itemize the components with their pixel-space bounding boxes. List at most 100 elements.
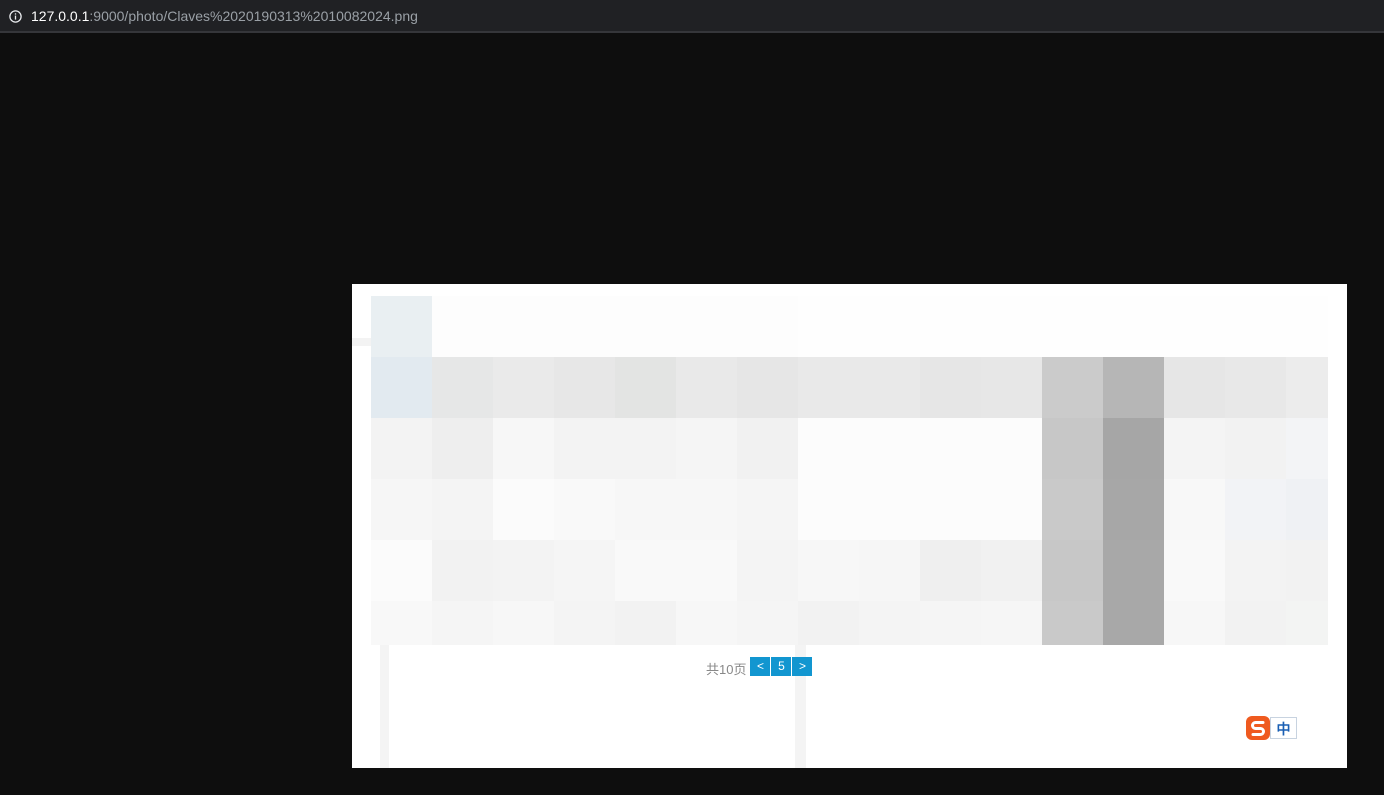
sogou-s-icon: [1245, 715, 1271, 741]
prev-page-button: <: [750, 657, 771, 676]
mosaic-tile: [432, 418, 493, 479]
mosaic-tile: [1103, 418, 1164, 479]
mosaic-tile: [859, 479, 920, 540]
mosaic-tile: [798, 418, 859, 479]
mosaic-tile: [737, 296, 798, 357]
mosaic-tile: [615, 296, 676, 357]
mosaic-tile: [371, 418, 432, 479]
mosaic-tile: [432, 540, 493, 601]
pixelated-region: [371, 296, 1328, 645]
mosaic-tile: [981, 296, 1042, 357]
mosaic-tile: [1286, 296, 1328, 357]
mosaic-tile: [1164, 540, 1225, 601]
next-page-button: >: [792, 657, 813, 676]
mosaic-tile: [371, 296, 432, 357]
mosaic-tile: [493, 357, 554, 418]
mosaic-tile: [798, 540, 859, 601]
mosaic-tile: [554, 601, 615, 645]
mosaic-tile: [859, 601, 920, 645]
mosaic-tile: [1286, 540, 1328, 601]
mosaic-tile: [554, 418, 615, 479]
mosaic-tile: [1225, 540, 1286, 601]
mosaic-tile: [676, 540, 737, 601]
mosaic-tile: [676, 296, 737, 357]
mosaic-tile: [1286, 418, 1328, 479]
mosaic-tile: [676, 601, 737, 645]
mosaic-tile: [798, 357, 859, 418]
mosaic-tile: [371, 357, 432, 418]
mosaic-tile: [432, 479, 493, 540]
mosaic-tile: [615, 357, 676, 418]
mosaic-tile: [676, 418, 737, 479]
mosaic-tile: [432, 357, 493, 418]
address-bar[interactable]: 127.0.0.1:9000/photo/Claves%2020190313%2…: [0, 0, 1384, 33]
mosaic-tile: [371, 540, 432, 601]
mosaic-tile: [554, 479, 615, 540]
mosaic-tile: [981, 479, 1042, 540]
mosaic-tile: [1103, 540, 1164, 601]
mosaic-tile: [920, 601, 981, 645]
pager-total-label: 共10页: [706, 662, 747, 677]
mosaic-tile: [615, 601, 676, 645]
mosaic-tile: [737, 479, 798, 540]
url-text[interactable]: 127.0.0.1:9000/photo/Claves%2020190313%2…: [31, 8, 418, 25]
mosaic-tile: [615, 540, 676, 601]
url-path: :9000/photo/Claves%2020190313%2010082024…: [89, 8, 418, 24]
mosaic-tile: [737, 540, 798, 601]
mosaic-tile: [1225, 296, 1286, 357]
mosaic-tile: [981, 540, 1042, 601]
mosaic-tile: [615, 479, 676, 540]
mosaic-tile: [1225, 357, 1286, 418]
mosaic-tile: [1164, 479, 1225, 540]
mosaic-tile: [1042, 296, 1103, 357]
mosaic-tile: [371, 601, 432, 645]
photo-column-line: [380, 645, 389, 768]
mosaic-tile: [798, 479, 859, 540]
info-circle-icon[interactable]: [9, 10, 22, 23]
mosaic-tile: [737, 357, 798, 418]
mosaic-tile: [798, 296, 859, 357]
mosaic-tile: [1042, 479, 1103, 540]
mosaic-tile: [981, 601, 1042, 645]
mosaic-tile: [1042, 601, 1103, 645]
mosaic-tile: [676, 479, 737, 540]
mosaic-tile: [981, 357, 1042, 418]
mosaic-tile: [554, 540, 615, 601]
photo-image: 共10页 < 5 > 中: [352, 284, 1347, 768]
mosaic-tile: [1103, 296, 1164, 357]
mosaic-tile: [1164, 418, 1225, 479]
mosaic-tile: [920, 418, 981, 479]
mosaic-tile: [1286, 357, 1328, 418]
mosaic-tile: [1225, 418, 1286, 479]
ime-status: 中: [1245, 715, 1298, 741]
mosaic-tile: [554, 296, 615, 357]
mosaic-tile: [432, 601, 493, 645]
mosaic-tile: [737, 418, 798, 479]
mosaic-tile: [1103, 357, 1164, 418]
mosaic-tile: [1103, 479, 1164, 540]
mosaic-tile: [981, 418, 1042, 479]
mosaic-tile: [859, 296, 920, 357]
mosaic-tile: [1225, 479, 1286, 540]
mosaic-tile: [859, 418, 920, 479]
mosaic-tile: [493, 601, 554, 645]
ime-mode-label: 中: [1270, 717, 1297, 739]
mosaic-tile: [859, 357, 920, 418]
mosaic-tile: [1103, 601, 1164, 645]
mosaic-tile: [615, 418, 676, 479]
mosaic-tile: [920, 357, 981, 418]
mosaic-tile: [371, 479, 432, 540]
mosaic-tile: [737, 601, 798, 645]
mosaic-tile: [676, 357, 737, 418]
mosaic-tile: [432, 296, 493, 357]
mosaic-tile: [493, 418, 554, 479]
mosaic-tile: [493, 296, 554, 357]
mosaic-tile: [920, 540, 981, 601]
mosaic-tile: [798, 601, 859, 645]
current-page-button: 5: [771, 657, 792, 676]
mosaic-tile: [1164, 357, 1225, 418]
mosaic-tile: [1042, 418, 1103, 479]
mosaic-tile: [1164, 601, 1225, 645]
mosaic-tile: [1164, 296, 1225, 357]
photo-edge-strip: [352, 338, 371, 346]
